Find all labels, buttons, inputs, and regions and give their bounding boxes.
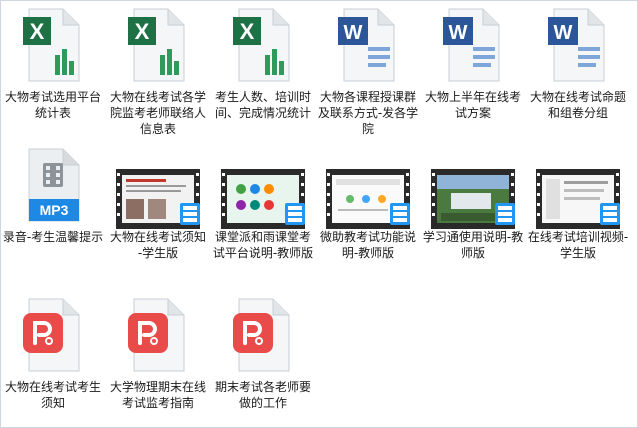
svg-text:W: W [554,22,573,44]
excel-file-icon: X [128,8,185,82]
file-explorer-view: X 大物考试选用平台统计表 X 大物在线考试各学院监考老师联络人信息表 X 考生… [0,0,638,428]
word-file-icon: W [338,8,395,82]
file-name: 大物在线考试命题和组卷分组 [529,90,626,120]
video-file-icon [536,169,620,229]
video-file-icon [326,169,410,229]
file-item[interactable]: 课堂派和雨课堂考试平台说明-教师版 [211,141,315,277]
file-item[interactable]: W 大物上半年在线考试方案 [421,1,525,137]
pdf-file-icon [23,298,80,372]
pdf-file-icon [233,298,290,372]
file-name: 录音-考生温馨提示 [2,230,104,244]
video-file-icon [116,169,200,229]
file-item[interactable]: X 考生人数、培训时间、完成情况统计 [211,1,315,137]
file-name: 大物在线考试考生须知 [4,380,101,410]
svg-text:X: X [240,19,255,44]
word-file-icon: W [443,8,500,82]
mp3-badge: MP3 [39,202,69,218]
file-item[interactable]: X 大物考试选用平台统计表 [1,1,105,137]
file-item[interactable]: 期末考试各老师要做的工作 [211,291,315,427]
file-item[interactable]: 学习通使用说明-教师版 [421,141,525,277]
excel-file-icon: X [23,8,80,82]
file-name: 大物上半年在线考试方案 [424,90,521,120]
file-item[interactable]: 大物在线考试须知 -学生版 [106,141,210,277]
file-item[interactable]: 在线考试培训视频-学生版 [526,141,630,277]
excel-file-icon: X [233,8,290,82]
file-name: 大物考试选用平台统计表 [4,90,101,120]
file-item[interactable]: W 大物在线考试命题和组卷分组 [526,1,630,137]
file-item[interactable]: 大物在线考试考生须知 [1,291,105,427]
file-name: 期末考试各老师要做的工作 [214,380,311,410]
svg-text:W: W [344,22,363,44]
video-file-icon [431,169,515,229]
svg-text:X: X [135,19,150,44]
svg-text:X: X [30,19,45,44]
file-name: 大物在线考试各学院监考老师联络人信息表 [109,90,206,136]
video-file-icon [221,169,305,229]
file-name: 课堂派和雨课堂考试平台说明-教师版 [212,230,314,260]
file-name: 大物各课程授课群及联系方式-发各学院 [317,90,419,136]
pdf-file-icon [128,298,185,372]
file-item[interactable]: X 大物在线考试各学院监考老师联络人信息表 [106,1,210,137]
word-file-icon: W [548,8,605,82]
file-item[interactable]: 大学物理期末在线考试监考指南 [106,291,210,427]
file-name: 大学物理期末在线考试监考指南 [109,380,206,410]
file-item[interactable]: W 大物各课程授课群及联系方式-发各学院 [316,1,420,137]
file-name: 考生人数、培训时间、完成情况统计 [214,90,311,120]
file-item[interactable]: 微助教考试功能说明-教师版 [316,141,420,277]
file-name: 在线考试培训视频-学生版 [527,230,629,260]
file-name: 大物在线考试须知 -学生版 [109,230,206,260]
file-name: 学习通使用说明-教师版 [422,230,524,260]
svg-text:W: W [449,22,468,44]
file-item[interactable]: MP3 录音-考生温馨提示 [1,141,105,277]
file-name: 微助教考试功能说明-教师版 [319,230,416,260]
